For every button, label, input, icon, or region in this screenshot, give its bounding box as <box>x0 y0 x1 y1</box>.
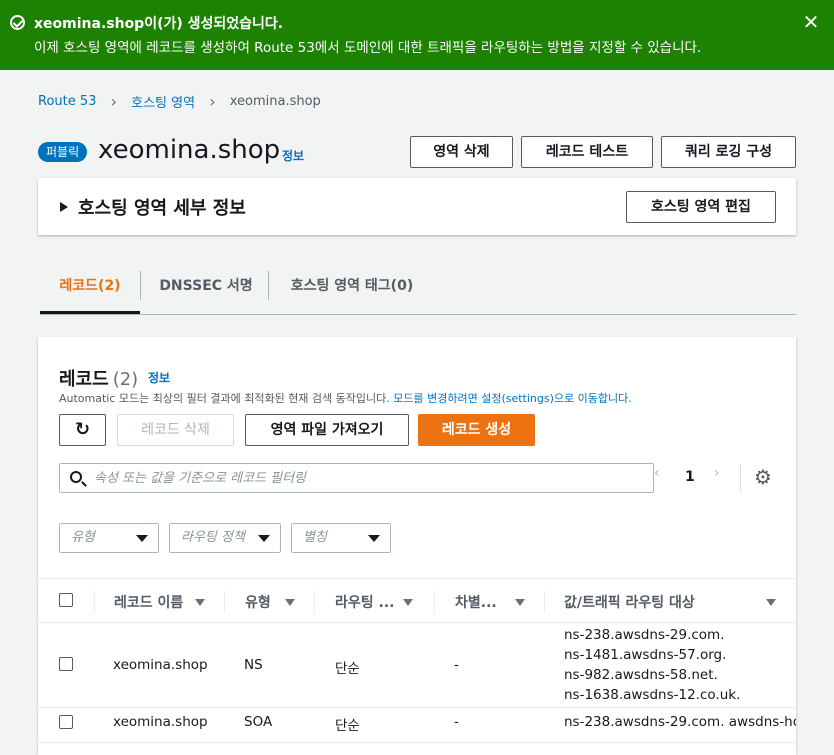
type-filter-select[interactable]: 유형 <box>59 523 159 553</box>
hosted-zone-details-title[interactable]: 호스팅 영역 세부 정보 <box>78 194 246 220</box>
column-header-record-name[interactable]: 레코드 이름 <box>114 592 183 612</box>
gear-icon[interactable]: ⚙ <box>754 465 772 489</box>
tab-divider <box>140 271 141 300</box>
caret-down-icon <box>368 535 380 542</box>
breadcrumb: Route 53 › 호스팅 영역 › xeomina.shop <box>38 92 321 111</box>
tab-hosted-zone-tags[interactable]: 호스팅 영역 태그(0) <box>272 263 432 314</box>
row-checkbox[interactable] <box>59 715 73 729</box>
column-header-value[interactable]: 값/트래픽 라우팅 대상 <box>564 592 695 612</box>
settings-link[interactable]: 모드를 변경하려면 설정(settings)으로 이동합니다. <box>393 392 631 405</box>
alias-filter-placeholder: 별칭 <box>303 530 327 545</box>
column-header-type[interactable]: 유형 <box>245 592 271 612</box>
delete-record-button[interactable]: 레코드 삭제 <box>117 414 234 446</box>
records-title: 레코드 (2) <box>59 365 138 391</box>
test-record-button[interactable]: 레코드 테스트 <box>521 136 653 168</box>
breadcrumb-current: xeomina.shop <box>229 94 321 109</box>
sort-caret-icon[interactable] <box>766 599 776 606</box>
record-value-line: ns-982.awsdns-58.net. <box>564 667 718 683</box>
table-header: 레코드 이름 유형 라우팅 ... 차별... 값/트래픽 라우팅 대상 <box>38 578 796 623</box>
column-header-routing[interactable]: 라우팅 ... <box>335 592 394 612</box>
search-input[interactable] <box>94 468 644 488</box>
delete-zone-button[interactable]: 영역 삭제 <box>410 136 513 168</box>
pager-divider <box>740 465 741 491</box>
refresh-button[interactable]: ↻ <box>59 414 106 446</box>
record-value-line: ns-238.awsdns-29.com. <box>564 627 725 643</box>
caret-down-icon <box>258 535 270 542</box>
routing-policy-cell: 단순 <box>335 718 360 734</box>
routing-policy-filter-select[interactable]: 라우팅 정책 <box>169 523 281 553</box>
records-description-text: Automatic 모드는 최상의 필터 결과에 최적화된 현재 검색 동작입니… <box>59 392 394 405</box>
column-header-differentiator[interactable]: 차별... <box>455 592 497 612</box>
info-link[interactable]: 정보 <box>282 147 304 164</box>
hosted-zone-details-panel: 호스팅 영역 세부 정보 호스팅 영역 편집 <box>38 178 796 235</box>
flash-title: xeomina.shop이(가) 생성되었습니다. <box>34 16 284 32</box>
alias-filter-select[interactable]: 별칭 <box>291 523 391 553</box>
breadcrumb-route53[interactable]: Route 53 <box>38 94 96 109</box>
record-value-cell: ns-238.awsdns-29.com. ns-1481.awsdns-57.… <box>564 625 740 705</box>
sort-caret-icon[interactable] <box>515 599 525 606</box>
differentiator-cell: - <box>454 714 459 730</box>
table-row[interactable]: xeomina.shop NS 단순 - ns-238.awsdns-29.co… <box>38 623 796 708</box>
tab-divider <box>268 271 269 300</box>
chevron-right-icon: › <box>110 92 117 111</box>
public-badge: 퍼블릭 <box>38 142 88 162</box>
page-title: xeomina.shop <box>98 135 281 165</box>
record-value-cell: ns-238.awsdns-29.com. awsdns-host <box>564 714 796 730</box>
records-panel: 레코드 (2) 정보 Automatic 모드는 최상의 필터 결과에 최적화된 … <box>38 337 796 755</box>
success-flash-banner: xeomina.shop이(가) 생성되었습니다. 이제 호스팅 영역에 레코드… <box>0 0 834 70</box>
caret-right-icon[interactable] <box>60 202 68 212</box>
tab-dnssec[interactable]: DNSSEC 서명 <box>144 263 268 314</box>
chevron-right-icon: › <box>209 92 216 111</box>
record-type-cell: SOA <box>244 714 273 730</box>
table-row[interactable]: xeomina.shop SOA 단순 - ns-238.awsdns-29.c… <box>38 708 796 743</box>
column-divider <box>224 591 225 613</box>
records-info-link[interactable]: 정보 <box>148 369 170 386</box>
edit-hosted-zone-button[interactable]: 호스팅 영역 편집 <box>626 191 776 223</box>
check-circle-icon <box>10 15 25 30</box>
row-checkbox[interactable] <box>59 657 73 671</box>
tab-records[interactable]: 레코드(2) <box>40 263 140 314</box>
records-title-label: 레코드 <box>59 369 109 390</box>
record-name-cell: xeomina.shop <box>113 714 208 730</box>
differentiator-cell: - <box>454 657 459 673</box>
flash-message: 이제 호스팅 영역에 레코드를 생성하여 Route 53에서 도메인에 대한 … <box>34 40 702 56</box>
search-icon <box>70 471 82 483</box>
column-divider <box>544 591 545 613</box>
record-name-cell: xeomina.shop <box>113 657 208 673</box>
type-filter-placeholder: 유형 <box>71 530 95 545</box>
refresh-icon: ↻ <box>74 419 91 440</box>
select-all-checkbox[interactable] <box>59 593 73 607</box>
configure-query-logging-button[interactable]: 쿼리 로깅 구성 <box>661 136 796 168</box>
routing-filter-placeholder: 라우팅 정책 <box>181 530 245 545</box>
page-number[interactable]: 1 <box>685 469 695 485</box>
prev-page-icon[interactable]: ‹ <box>654 465 660 481</box>
next-page-icon[interactable]: › <box>714 465 720 481</box>
record-type-cell: NS <box>244 657 263 673</box>
import-zone-file-button[interactable]: 영역 파일 가져오기 <box>245 414 409 446</box>
record-value-line: ns-1481.awsdns-57.org. <box>564 647 727 663</box>
column-divider <box>94 591 95 613</box>
sort-caret-icon[interactable] <box>285 599 295 606</box>
records-count: (2) <box>112 369 139 390</box>
record-value-line: ns-1638.awsdns-12.co.uk. <box>564 687 741 703</box>
close-icon[interactable]: ✕ <box>801 12 821 32</box>
create-record-button[interactable]: 레코드 생성 <box>418 414 535 446</box>
tab-bar: 레코드(2) DNSSEC 서명 호스팅 영역 태그(0) <box>40 263 796 315</box>
column-divider <box>314 591 315 613</box>
sort-caret-icon[interactable] <box>195 599 205 606</box>
sort-caret-icon[interactable] <box>403 599 413 606</box>
column-divider <box>434 591 435 613</box>
record-filter-search <box>59 463 654 493</box>
breadcrumb-hosted-zones[interactable]: 호스팅 영역 <box>131 92 195 111</box>
records-description: Automatic 모드는 최상의 필터 결과에 최적화된 현재 검색 동작입니… <box>59 390 632 406</box>
caret-down-icon <box>136 535 148 542</box>
routing-policy-cell: 단순 <box>335 661 360 677</box>
